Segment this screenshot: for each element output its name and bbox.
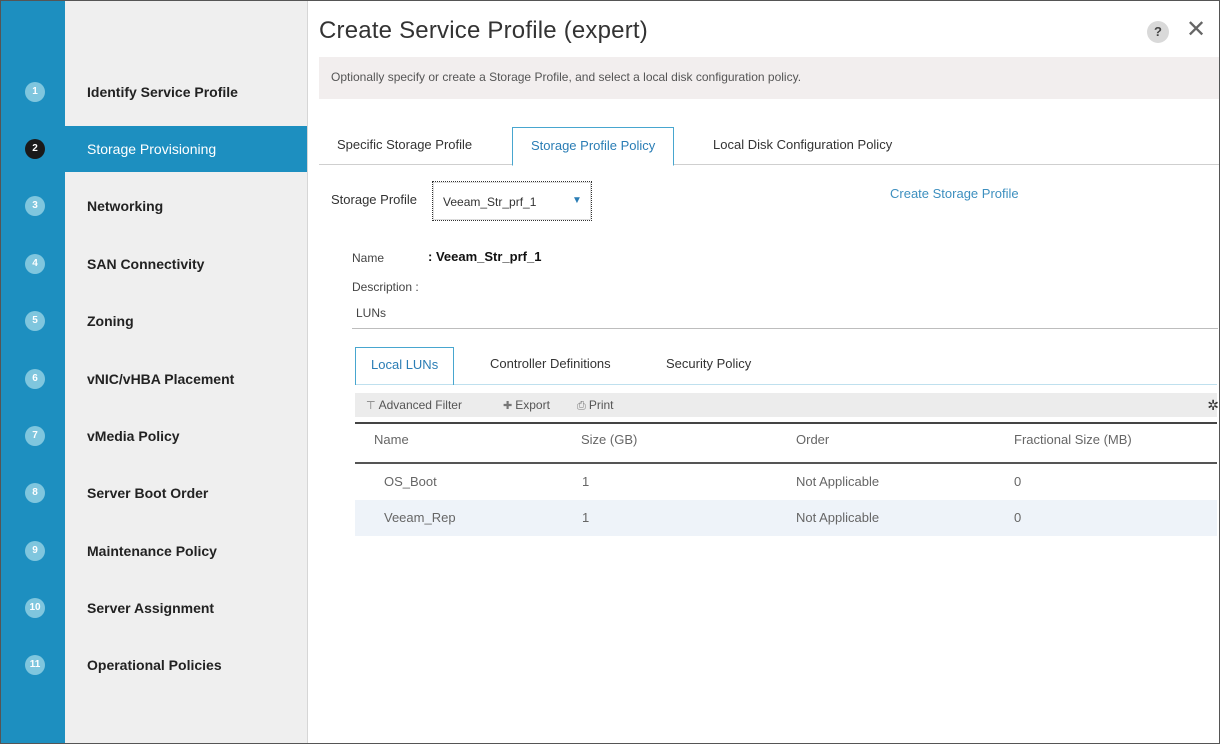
- tab-security-policy[interactable]: Security Policy: [651, 347, 766, 383]
- storage-tabs: Specific Storage Profile Storage Profile…: [319, 127, 1219, 166]
- name-label: Name: [352, 251, 385, 265]
- advanced-filter-label: Advanced Filter: [378, 398, 462, 412]
- description-label: Description :: [352, 280, 419, 294]
- step-number-6: 6: [25, 369, 45, 389]
- table-row[interactable]: Veeam_Rep 1 Not Applicable 0: [355, 500, 1217, 536]
- step-label: Maintenance Policy: [87, 543, 217, 559]
- step-number-11: 11: [25, 655, 45, 675]
- step-vnic-vhba-placement[interactable]: 6 vNIC/vHBA Placement: [1, 356, 308, 402]
- step-operational-policies[interactable]: 11 Operational Policies: [1, 642, 308, 688]
- table-toolbar: ⊤ Advanced Filter ✚ Export ⎙ Print: [355, 393, 1217, 417]
- help-icon[interactable]: ?: [1147, 21, 1169, 43]
- cell-fractional-size: 0: [1014, 510, 1022, 525]
- tab-storage-profile-policy[interactable]: Storage Profile Policy: [512, 127, 675, 166]
- chevron-down-icon: ▼: [572, 195, 582, 206]
- cell-fractional-size: 0: [1014, 474, 1022, 489]
- column-header-name[interactable]: Name: [374, 432, 409, 447]
- dialog-title: Create Service Profile (expert): [319, 17, 648, 44]
- step-number-2: 2: [25, 139, 45, 159]
- info-text: Optionally specify or create a Storage P…: [331, 70, 802, 84]
- tab-controller-definitions[interactable]: Controller Definitions: [475, 347, 626, 383]
- step-number-7: 7: [25, 426, 45, 446]
- storage-profile-value: Veeam_Str_prf_1: [443, 195, 537, 209]
- step-label: Identify Service Profile: [87, 84, 238, 100]
- step-label: Storage Provisioning: [87, 141, 217, 157]
- step-label: SAN Connectivity: [87, 256, 205, 272]
- divider: [355, 384, 1217, 385]
- step-number-1: 1: [25, 82, 45, 102]
- table-top-border: [355, 422, 1217, 424]
- step-storage-provisioning[interactable]: 2 Storage Provisioning: [1, 126, 308, 172]
- step-identify-service-profile[interactable]: 1 Identify Service Profile: [1, 69, 308, 115]
- step-number-4: 4: [25, 254, 45, 274]
- tab-local-disk-configuration-policy[interactable]: Local Disk Configuration Policy: [695, 127, 910, 165]
- column-header-size[interactable]: Size (GB): [581, 432, 637, 447]
- step-number-9: 9: [25, 541, 45, 561]
- step-networking[interactable]: 3 Networking: [1, 183, 308, 229]
- advanced-filter-button[interactable]: ⊤ Advanced Filter: [366, 398, 462, 412]
- step-label: Server Assignment: [87, 600, 215, 616]
- step-label: Operational Policies: [87, 657, 222, 673]
- step-label: Zoning: [87, 313, 134, 329]
- export-button[interactable]: ✚ Export: [503, 398, 550, 412]
- step-number-10: 10: [25, 598, 45, 618]
- step-server-boot-order[interactable]: 8 Server Boot Order: [1, 470, 308, 516]
- storage-profile-select[interactable]: Veeam_Str_prf_1 ▼: [432, 181, 592, 221]
- step-number-8: 8: [25, 483, 45, 503]
- dialog-window: 1 Identify Service Profile 2 Storage Pro…: [0, 0, 1220, 744]
- storage-profile-label: Storage Profile: [331, 192, 417, 207]
- settings-icon[interactable]: ✲: [1207, 397, 1219, 414]
- cell-name: OS_Boot: [384, 474, 437, 489]
- luns-label: LUNs: [356, 306, 387, 320]
- tab-specific-storage-profile[interactable]: Specific Storage Profile: [319, 127, 490, 165]
- filter-icon: ⊤: [366, 400, 376, 412]
- step-number-5: 5: [25, 311, 45, 331]
- table-row[interactable]: OS_Boot 1 Not Applicable 0: [355, 464, 1217, 500]
- step-maintenance-policy[interactable]: 9 Maintenance Policy: [1, 528, 308, 574]
- cell-name: Veeam_Rep: [384, 510, 456, 525]
- info-banner: Optionally specify or create a Storage P…: [319, 57, 1219, 99]
- name-value: : Veeam_Str_prf_1: [428, 249, 542, 264]
- cell-order: Not Applicable: [796, 474, 880, 489]
- export-icon: ✚: [503, 400, 513, 412]
- step-server-assignment[interactable]: 10 Server Assignment: [1, 585, 308, 631]
- divider: [352, 328, 1218, 329]
- main-panel: Create Service Profile (expert) ? ✕ Opti…: [308, 1, 1219, 743]
- print-button[interactable]: ⎙ Print: [577, 398, 614, 413]
- cell-size: 1: [582, 474, 590, 489]
- export-label: Export: [515, 398, 550, 412]
- step-san-connectivity[interactable]: 4 SAN Connectivity: [1, 241, 308, 287]
- tab-local-luns[interactable]: Local LUNs: [355, 347, 455, 385]
- close-icon[interactable]: ✕: [1185, 17, 1207, 43]
- step-vmedia-policy[interactable]: 7 vMedia Policy: [1, 413, 308, 459]
- step-zoning[interactable]: 5 Zoning: [1, 298, 308, 344]
- step-label: Server Boot Order: [87, 485, 209, 501]
- column-header-order[interactable]: Order: [796, 432, 829, 447]
- cell-size: 1: [582, 510, 590, 525]
- create-storage-profile-link[interactable]: Create Storage Profile: [890, 186, 1019, 201]
- step-label: vMedia Policy: [87, 428, 180, 444]
- step-label: vNIC/vHBA Placement: [87, 371, 235, 387]
- cell-order: Not Applicable: [796, 510, 880, 525]
- print-label: Print: [588, 398, 614, 412]
- step-number-3: 3: [25, 196, 45, 216]
- column-header-fractional-size[interactable]: Fractional Size (MB): [1014, 432, 1132, 447]
- step-label: Networking: [87, 198, 164, 214]
- print-icon: ⎙: [577, 400, 586, 412]
